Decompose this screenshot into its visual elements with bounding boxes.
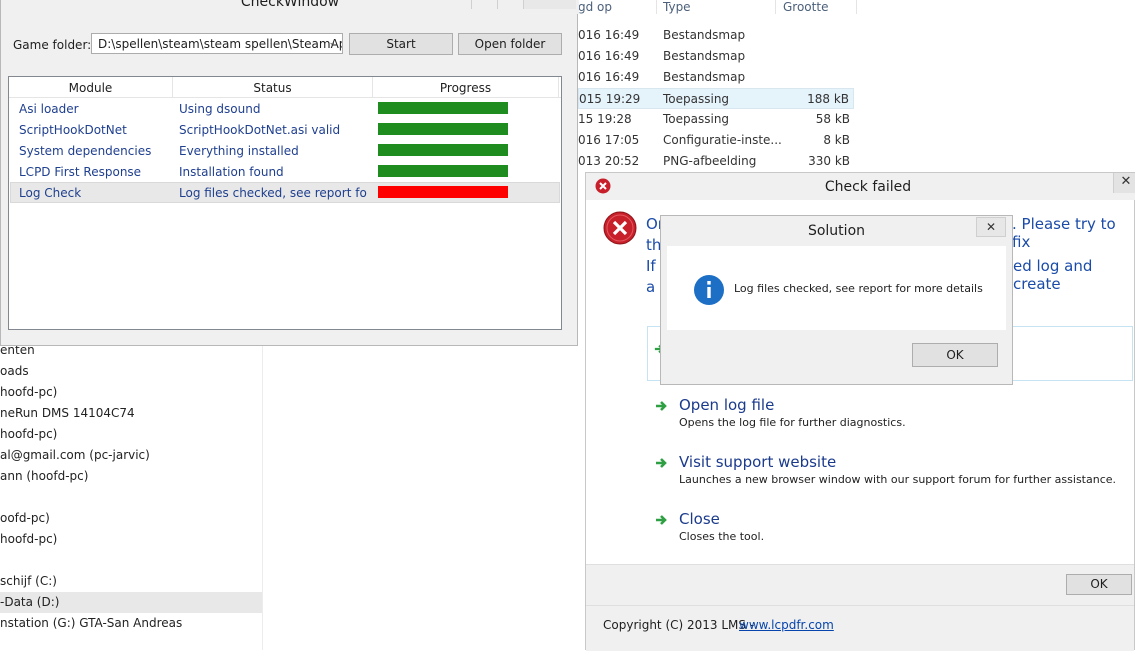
error-icon-large (603, 211, 637, 245)
module-row[interactable]: Asi loader Using dsound (10, 98, 560, 119)
ok-button[interactable]: OK (1066, 574, 1132, 595)
nav-item-drive-d[interactable]: -Data (D:) (0, 592, 262, 613)
module-row[interactable]: ScriptHookDotNet ScriptHookDotNet.asi va… (10, 119, 560, 140)
game-folder-value: D:\spellen\steam\steam spellen\SteamApp (98, 37, 343, 51)
module-status: ScriptHookDotNet.asi valid (179, 123, 341, 137)
solution-dialog: Solution ✕ Log files checked, see report… (660, 215, 1013, 385)
module-row[interactable]: System dependencies Everything installed (10, 140, 560, 161)
maximize-button[interactable] (497, 0, 524, 9)
progress-bar (378, 123, 508, 135)
command-close[interactable]: Close Closes the tool. (655, 510, 1125, 550)
command-title: Open log file (679, 396, 775, 414)
module-list: Module Status Progress Asi loader Using … (8, 76, 562, 330)
column-header-module[interactable]: Module (9, 77, 173, 97)
check-failed-titlebar: Check failed ✕ (586, 173, 1135, 200)
file-row[interactable]: 016 16:49 Bestandsmap (578, 46, 854, 67)
file-row[interactable]: 013 20:52 PNG-afbeelding 330 kB (578, 151, 854, 172)
file-row[interactable]: 016 16:49 Bestandsmap (578, 25, 854, 46)
progress-fill (378, 186, 508, 198)
arrow-right-icon (656, 515, 667, 525)
check-failed-footer: Copyright (C) 2013 LMS - www.lcpdfr.com (586, 605, 1134, 651)
column-header-status[interactable]: Status (173, 77, 373, 97)
start-button[interactable]: Start (349, 33, 453, 55)
progress-bar (378, 165, 508, 177)
column-header-size[interactable]: Grootte (783, 0, 828, 14)
column-header-date[interactable]: gd op (578, 0, 612, 14)
solution-message: Log files checked, see report for more d… (734, 282, 983, 295)
window-controls (471, 0, 579, 10)
open-folder-button[interactable]: Open folder (458, 33, 562, 55)
progress-fill (378, 102, 508, 114)
info-icon (694, 275, 724, 305)
command-description: Closes the tool. (679, 530, 765, 543)
arrow-right-icon (656, 458, 667, 468)
command-description: Launches a new browser window with our s… (679, 473, 1117, 486)
module-list-header: Module Status Progress (9, 77, 561, 98)
close-icon: ✕ (1120, 174, 1132, 189)
module-row-selected[interactable]: Log Check Log files checked, see report … (10, 182, 560, 203)
progress-fill (378, 165, 508, 177)
arrow-right-icon (656, 401, 667, 411)
column-header-progress[interactable]: Progress (373, 77, 559, 97)
module-name: ScriptHookDotNet (19, 123, 127, 137)
module-name: Log Check (19, 186, 82, 200)
module-status: Installation found (179, 165, 284, 179)
check-window-title: CheckWindow (240, 0, 340, 10)
column-header-type[interactable]: Type (663, 0, 691, 14)
lcpdfr-link[interactable]: www.lcpdfr.com (739, 618, 834, 632)
module-status: Everything installed (179, 144, 299, 158)
progress-fill (378, 144, 508, 156)
command-title: Visit support website (679, 453, 837, 471)
module-name: Asi loader (19, 102, 79, 116)
progress-fill (378, 123, 508, 135)
close-icon: ✕ (985, 220, 997, 234)
command-visit-support-website[interactable]: Visit support website Launches a new bro… (655, 453, 1125, 493)
module-status: Log files checked, see report for more d… (179, 186, 367, 200)
progress-bar (378, 186, 508, 198)
copyright-text: Copyright (C) 2013 LMS - (603, 618, 755, 632)
file-row[interactable]: 015 19:29 Toepassing 188 kB (578, 88, 854, 109)
module-name: System dependencies (19, 144, 152, 158)
failure-message-line3-right: ed log and create (1013, 257, 1093, 293)
command-open-log-file[interactable]: Open log file Opens the log file for fur… (655, 396, 1125, 436)
chevron-down-icon[interactable]: ⌄ (328, 38, 336, 48)
check-failed-title: Check failed (824, 179, 912, 195)
solution-title: Solution (807, 223, 866, 239)
game-folder-label: Game folder: (13, 38, 92, 52)
file-row[interactable]: 15 19:28 Toepassing 58 kB (578, 109, 854, 130)
command-description: Opens the log file for further diagnosti… (679, 416, 906, 429)
check-failed-button-bar: OK (586, 564, 1134, 605)
navigation-pane: enten oads hoofd-pc) neRun DMS 14104C74 … (0, 343, 263, 650)
close-button[interactable]: ✕ (1113, 173, 1135, 193)
file-row[interactable]: 016 16:49 Bestandsmap (578, 67, 854, 88)
file-row[interactable]: 016 17:05 Configuratie-inste... 8 kB (578, 130, 854, 151)
module-name: LCPD First Response (19, 165, 142, 179)
close-button[interactable]: ✕ (976, 217, 1006, 237)
solution-body: Log files checked, see report for more d… (667, 246, 1006, 330)
failure-message-line1-right: . Please try to fix (1012, 215, 1116, 251)
command-title: Close (679, 510, 720, 528)
module-status: Using dsound (179, 102, 261, 116)
check-window: CheckWindow Game folder: D:\spellen\stea… (0, 0, 579, 346)
progress-bar (378, 144, 508, 156)
ok-button[interactable]: OK (912, 343, 998, 367)
module-row[interactable]: LCPD First Response Installation found (10, 161, 560, 182)
close-button[interactable] (523, 0, 576, 9)
minimize-button[interactable] (471, 0, 498, 9)
progress-bar (378, 102, 508, 114)
game-folder-combobox[interactable]: D:\spellen\steam\steam spellen\SteamApp … (91, 33, 343, 54)
